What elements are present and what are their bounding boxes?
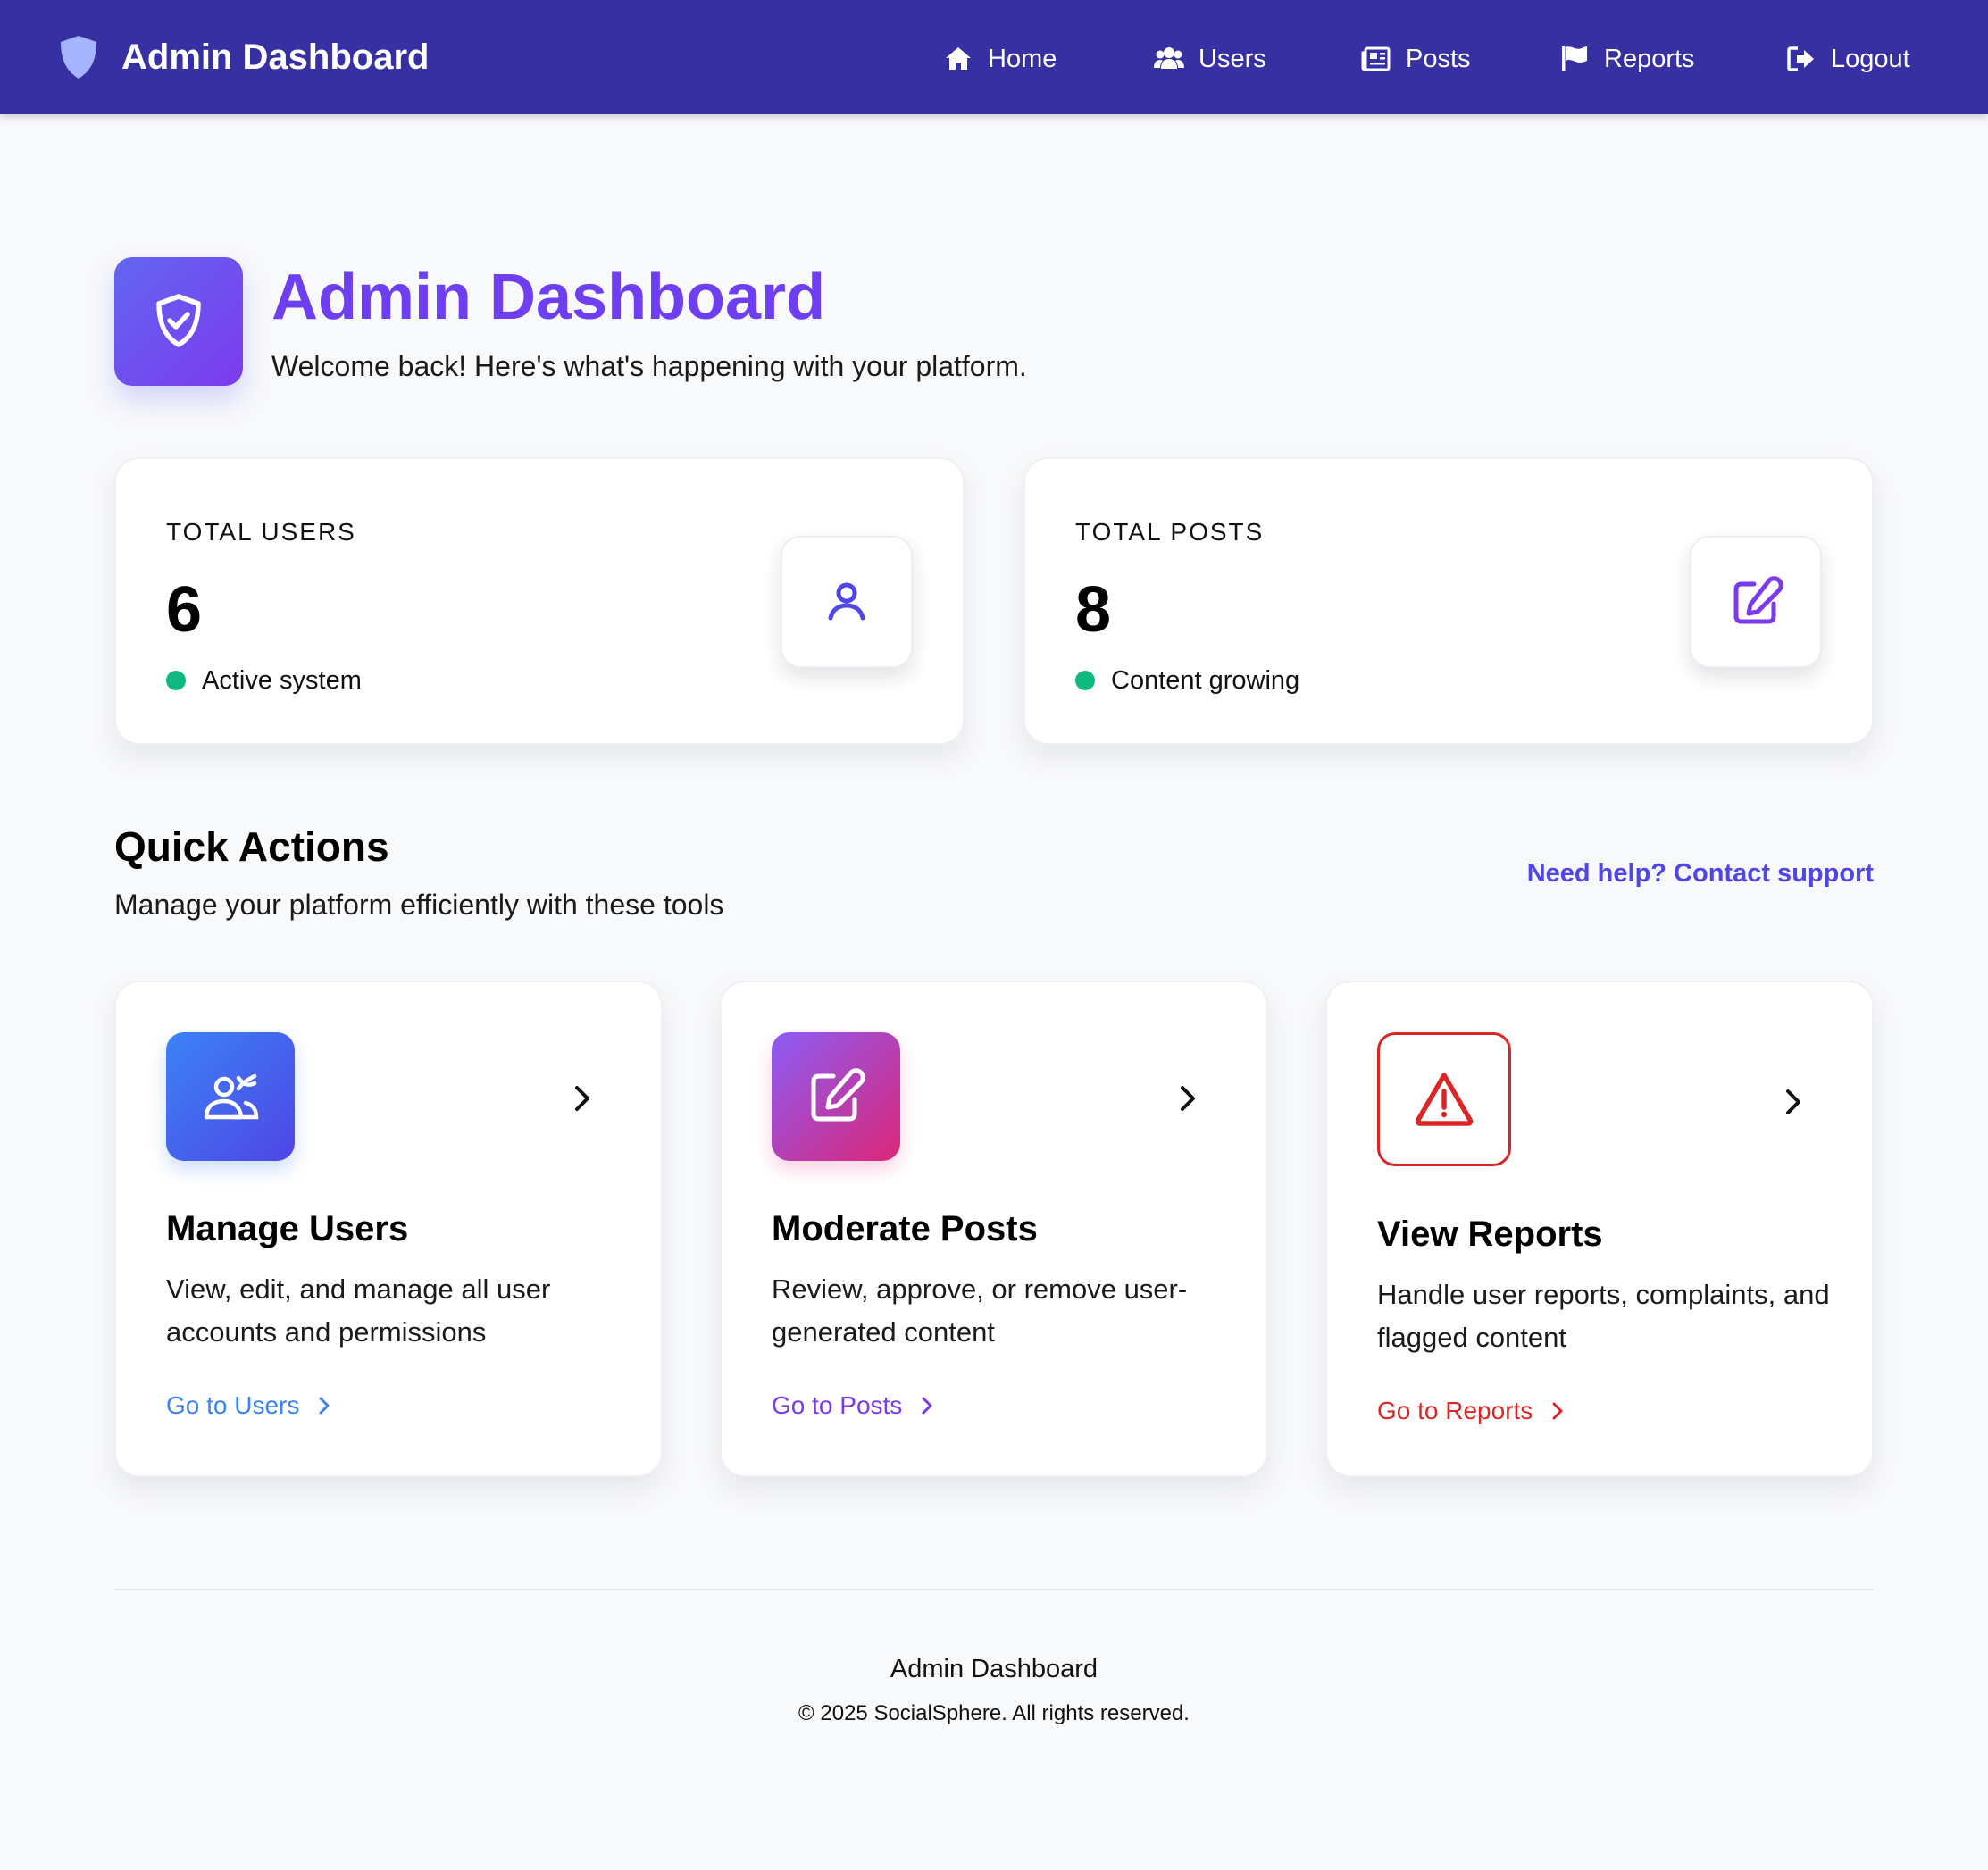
header-badge — [114, 257, 243, 386]
stat-label: TOTAL POSTS — [1075, 518, 1265, 546]
nav-item-label: Home — [988, 45, 1057, 73]
nav-item-label: Users — [1199, 45, 1266, 73]
page-subtitle: Welcome back! Here's what's happening wi… — [271, 350, 1027, 382]
stat-status: Active system — [166, 663, 362, 698]
chevron-right-icon — [1786, 1089, 1800, 1114]
status-dot — [166, 671, 186, 690]
action-icon-box — [1377, 1032, 1511, 1166]
shield-check-icon — [156, 294, 201, 347]
action-icon-box — [166, 1032, 295, 1161]
nav-item-posts[interactable]: Posts — [1361, 39, 1471, 79]
contact-support-link[interactable]: Need help? Contact support — [1527, 856, 1874, 891]
go-to-users-link[interactable]: Go to Users — [166, 1388, 335, 1423]
footer-title: Admin Dashboard — [890, 1655, 1098, 1683]
logout-icon — [1787, 46, 1814, 71]
warning-icon — [1415, 1073, 1474, 1126]
action-link-label: Go to Posts — [772, 1391, 903, 1419]
flag-icon — [1562, 46, 1587, 71]
stat-value: 8 — [1075, 574, 1112, 646]
action-card-view-reports[interactable]: View Reports Handle user reports, compla… — [1325, 981, 1874, 1477]
stat-value: 6 — [166, 574, 203, 646]
shield-icon — [61, 36, 96, 79]
chevron-right-icon — [319, 1397, 330, 1415]
action-card-description: Handle user reports, complaints, and fla… — [1377, 1279, 1830, 1353]
chevron-right-icon — [922, 1397, 932, 1415]
action-icon-box — [772, 1032, 900, 1161]
edit-icon — [1733, 576, 1783, 624]
stat-status-text: Active system — [202, 666, 362, 695]
footer-divider — [114, 1589, 1874, 1590]
user-icon — [828, 582, 865, 621]
quick-actions-subtitle: Manage your platform efficiently with th… — [114, 889, 724, 921]
action-card-title: View Reports — [1377, 1215, 1603, 1254]
top-navbar: Admin Dashboard Home Users Posts Reports… — [0, 0, 1988, 114]
action-link-label: Go to Reports — [1377, 1397, 1533, 1424]
action-card-title: Manage Users — [166, 1209, 409, 1248]
nav-item-label: Reports — [1604, 45, 1695, 73]
quick-actions-title: Quick Actions — [114, 823, 389, 870]
newspaper-icon — [1361, 46, 1391, 71]
action-card-title: Moderate Posts — [772, 1209, 1038, 1248]
home-icon — [946, 47, 971, 70]
action-link-label: Go to Users — [166, 1391, 300, 1419]
footer-copyright: © 2025 SocialSphere. All rights reserved… — [798, 1701, 1190, 1725]
nav-item-label: Logout — [1831, 45, 1910, 73]
stat-status-text: Content growing — [1111, 666, 1300, 695]
action-card-description: View, edit, and manage all user accounts… — [166, 1273, 551, 1348]
brand-title[interactable]: Admin Dashboard — [121, 36, 429, 79]
nav-item-home[interactable]: Home — [943, 39, 1057, 79]
stat-icon-box — [781, 536, 913, 668]
stat-label: TOTAL USERS — [166, 518, 356, 546]
stat-icon-box — [1690, 536, 1822, 668]
chevron-right-icon — [575, 1086, 589, 1111]
users-icon — [1154, 47, 1184, 69]
action-card-moderate-posts[interactable]: Moderate Posts Review, approve, or remov… — [720, 981, 1268, 1477]
stat-card-total-posts: TOTAL POSTS 8 Content growing — [1023, 457, 1874, 745]
nav-item-label: Posts — [1406, 45, 1471, 73]
page-title: Admin Dashboard — [271, 262, 826, 333]
edit-icon — [811, 1068, 865, 1122]
users-manage-icon — [204, 1073, 259, 1120]
nav-item-reports[interactable]: Reports — [1559, 39, 1695, 79]
nav-item-users[interactable]: Users — [1154, 39, 1266, 79]
status-dot — [1075, 671, 1095, 690]
chevron-right-icon — [1181, 1086, 1195, 1111]
go-to-reports-link[interactable]: Go to Reports — [1377, 1393, 1568, 1429]
stat-status: Content growing — [1075, 663, 1299, 698]
action-card-manage-users[interactable]: Manage Users View, edit, and manage all … — [114, 981, 663, 1477]
go-to-posts-link[interactable]: Go to Posts — [772, 1388, 938, 1423]
nav-item-logout[interactable]: Logout — [1786, 39, 1910, 79]
stat-card-total-users: TOTAL USERS 6 Active system — [114, 457, 965, 745]
chevron-right-icon — [1552, 1402, 1563, 1420]
action-card-description: Review, approve, or remove user-generate… — [772, 1273, 1188, 1348]
